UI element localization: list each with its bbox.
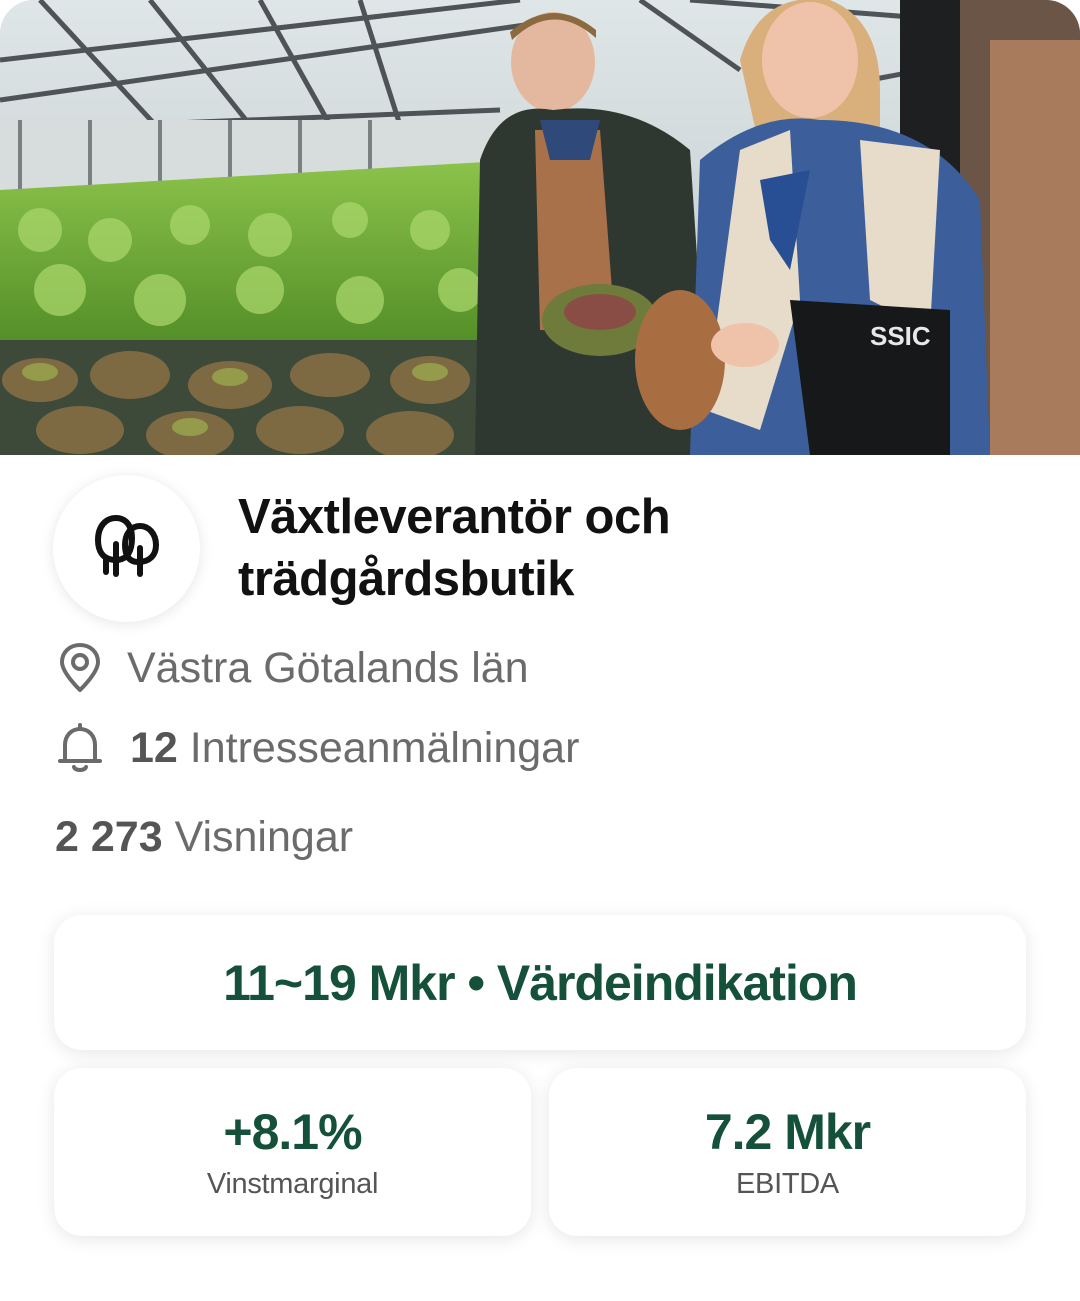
ebitda-label: EBITDA [736,1167,839,1200]
trees-icon [94,514,160,583]
location-text: Västra Götalands län [127,644,529,692]
location-row: Västra Götalands län [55,643,529,693]
company-logo [53,475,200,622]
bell-icon [55,723,105,773]
hero-image: SSIC [0,0,1080,455]
valuation-box: 11~19 Mkr • Värdeindikation [54,915,1026,1050]
ebitda-box: 7.2 Mkr EBITDA [549,1068,1026,1236]
interest-count: 12 [130,724,178,772]
interest-row: 12 Intresseanmälningar [55,723,579,773]
views-count: 2 273 [55,813,163,861]
profit-margin-value: +8.1% [223,1103,362,1160]
views-row: 2 273 Visningar [55,812,353,862]
valuation-text: 11~19 Mkr • Värdeindikation [223,954,858,1011]
ebitda-value: 7.2 Mkr [704,1103,871,1160]
listing-title: Växtleverantör och trädgårdsbutik [238,490,671,606]
views-label: Visningar [174,813,354,861]
views-text: 2 273 Visningar [55,812,353,862]
interest-label: Intresseanmälningar [189,724,580,772]
location-pin-icon [55,643,105,693]
listing-card[interactable]: SSIC Växtleverantör och trädgårdsbutik V… [0,0,1080,1301]
svg-text:SSIC: SSIC [870,321,931,351]
profit-margin-box: +8.1% Vinstmarginal [54,1068,531,1236]
profit-margin-label: Vinstmarginal [206,1167,379,1200]
interest-text: 12 Intresseanmälningar [130,723,579,773]
